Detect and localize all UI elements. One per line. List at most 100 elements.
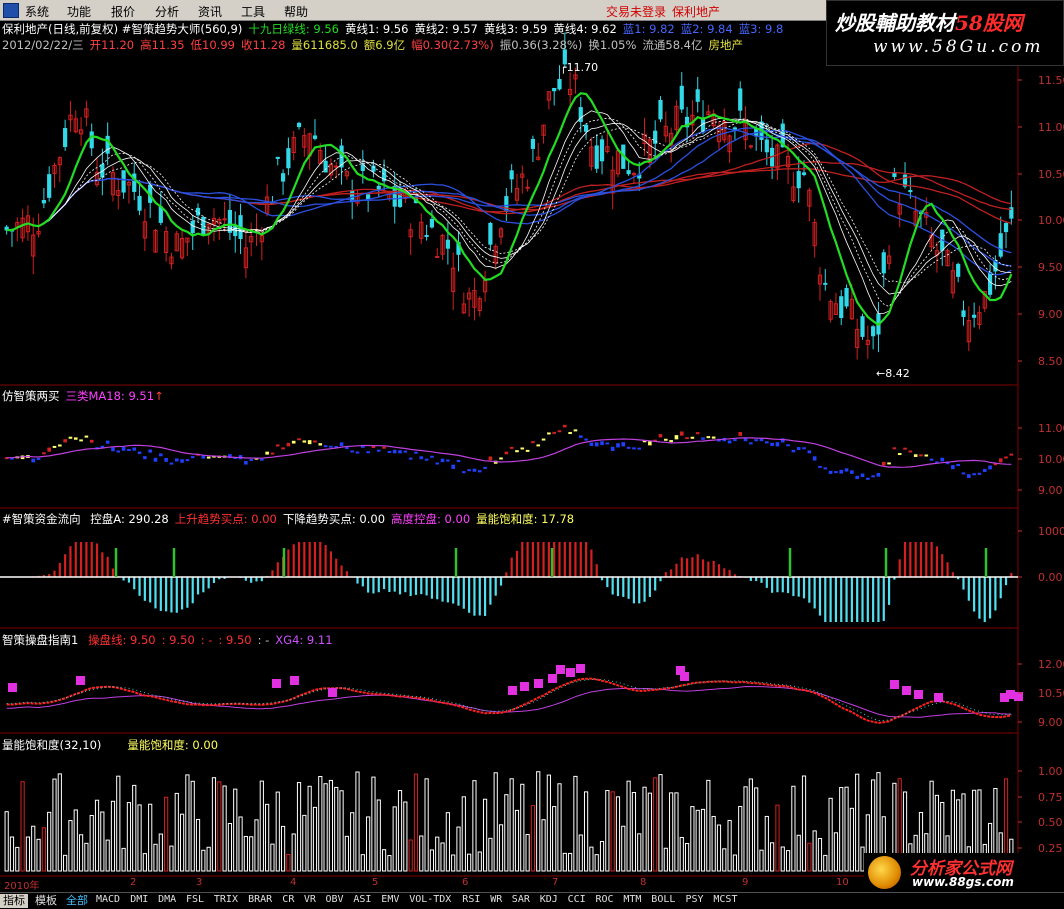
indicator-tab-dma[interactable]: DMA [158, 894, 176, 905]
candle-body [860, 316, 865, 337]
p2-candle [483, 466, 487, 469]
volume-saturation-bar [573, 775, 578, 872]
indicator-tab-trix[interactable]: TRIX [214, 894, 238, 905]
volume-saturation-bar [89, 814, 94, 872]
chart-canvas[interactable]: ┌11.70 ←8.42 11.50 11.00 10.50 10.00 9.50 9.00… [0, 0, 1064, 908]
signal-block [290, 676, 299, 685]
indicator-tab-psy[interactable]: PSY [686, 894, 704, 905]
p2-candle [323, 445, 328, 448]
volume-saturation-bar [174, 792, 179, 872]
quote-field-5: 量611685.0 [291, 38, 358, 52]
volume-saturation-bar [312, 806, 318, 872]
panel3-item-3: 高度控盘: 0.00 [391, 512, 471, 526]
indicator-tab-brar[interactable]: BRAR [248, 894, 272, 905]
volume-saturation-bar [339, 790, 344, 872]
indicator-tab-obv[interactable]: OBV [326, 894, 344, 905]
candle-body [366, 194, 371, 200]
p2-candle [504, 451, 509, 455]
volume-saturation-bar [227, 823, 233, 872]
volume-saturation-bar [100, 811, 105, 872]
p2-candle [73, 437, 78, 440]
volume-saturation-bar [552, 806, 557, 872]
panel4-item-5: XG4: 9.11 [275, 633, 333, 647]
indicator-tab-kdj[interactable]: KDJ [540, 894, 558, 905]
volume-saturation-bar [828, 797, 833, 872]
p2-candle [89, 439, 94, 443]
volume-saturation-bar [233, 788, 238, 872]
indicator-tab-macd[interactable]: MACD [96, 894, 120, 905]
p2-candle [137, 451, 142, 455]
p2-candle [637, 447, 642, 450]
panel4-item-2: : - [200, 633, 213, 647]
p2-candle [408, 457, 413, 460]
x-axis-label: 6 [462, 877, 469, 888]
menu-analysis[interactable]: 分析 [155, 3, 179, 20]
indicator-tab-dmi[interactable]: DMI [130, 894, 148, 905]
p2-candle [690, 436, 695, 439]
indicator-tab-wr[interactable]: WR [490, 894, 502, 905]
menu-quote[interactable]: 报价 [111, 3, 135, 20]
tab-template[interactable]: 模板 [32, 894, 60, 908]
tab-indicator[interactable]: 指标 [0, 894, 28, 908]
menu-system[interactable]: 系统 [25, 3, 49, 20]
candle-body [1003, 222, 1009, 233]
volume-saturation-bar [366, 816, 371, 872]
volume-saturation-bar [833, 832, 839, 872]
p2-candle [775, 442, 780, 447]
x-axis-label: 8 [640, 877, 647, 888]
p2-candle [924, 454, 929, 457]
volume-saturation-bar [546, 774, 551, 872]
volume-saturation-bar [663, 847, 668, 872]
login-status[interactable]: 交易未登录 [606, 3, 666, 20]
volume-saturation-bar [716, 824, 722, 872]
indicator-tab-cr[interactable]: CR [282, 894, 294, 905]
volume-saturation-bar [169, 845, 174, 872]
indicator-tab-emv[interactable]: EMV [381, 894, 399, 905]
menu-function[interactable]: 功能 [67, 3, 91, 20]
p2-candle [770, 442, 774, 446]
p2-candle [605, 442, 610, 445]
quote-field-7: 幅0.30(2.73%) [411, 38, 494, 52]
volume-saturation-bar [817, 838, 823, 872]
menu-info[interactable]: 资讯 [198, 3, 222, 20]
main-candles[interactable]: ┌11.70 ←8.42 [4, 32, 1014, 380]
main-indicator-values: 十九日绿线: 9.56 黄线1: 9.56 黄线2: 9.57 黄线3: 9.59 黄线… [248, 22, 789, 36]
indicator-tab-cci[interactable]: CCI [568, 894, 586, 905]
indicator-tab-boll[interactable]: BOLL [651, 894, 675, 905]
volume-saturation-bar [413, 773, 419, 872]
panel4-lines[interactable] [6, 664, 1023, 724]
main-indicator-0: 十九日绿线: 9.56 [248, 22, 339, 36]
indicator-tab-rsi[interactable]: RSI [462, 894, 480, 905]
volume-saturation-bar [110, 800, 116, 872]
tab-all[interactable]: 全部 [63, 894, 91, 908]
indicator-tab-mtm[interactable]: MTM [623, 894, 641, 905]
indicator-tab-vr[interactable]: VR [304, 894, 316, 905]
y-axis-label: 11.00 [1038, 121, 1064, 134]
indicator-tab-vol-tdx[interactable]: VOL-TDX [409, 894, 451, 905]
volume-saturation-bar [302, 814, 307, 872]
three-class-ma18-line [6, 437, 1012, 468]
indicator-tab-fsl[interactable]: FSL [186, 894, 204, 905]
p2-candle [63, 439, 67, 443]
panel3-histogram[interactable] [0, 542, 1018, 622]
x-axis-label: 2010年 [4, 881, 40, 892]
p2-candle [355, 451, 360, 454]
menu-tools[interactable]: 工具 [241, 3, 265, 20]
panel2-candles[interactable] [4, 424, 1014, 480]
indicator-tab-roc[interactable]: ROC [596, 894, 614, 905]
indicator-tab-mcst[interactable]: MCST [713, 894, 737, 905]
indicator-tab-asi[interactable]: ASI [353, 894, 371, 905]
p2-candle [148, 449, 152, 453]
indicator-tab-sar[interactable]: SAR [512, 894, 530, 905]
volume-saturation-bar [164, 796, 169, 872]
quote-field-11: 房地产 [708, 38, 744, 52]
candle-body [445, 239, 450, 249]
volume-saturation-bar [690, 806, 695, 872]
menu-help[interactable]: 帮助 [284, 3, 308, 20]
p2-candle [260, 458, 264, 461]
signal-block [548, 674, 557, 683]
y-axis-label: 11.00 [1038, 422, 1064, 435]
watermark-title: 炒股輔助教材58股网 [835, 11, 1023, 35]
panel5-volume-bars[interactable] [4, 771, 1014, 872]
signal-block [902, 686, 911, 695]
